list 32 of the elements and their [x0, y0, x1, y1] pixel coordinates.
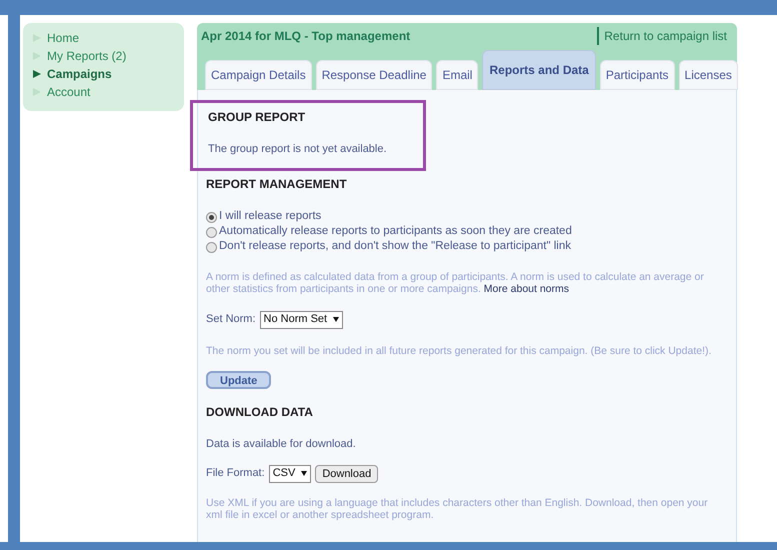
- update-button[interactable]: Update: [206, 370, 272, 388]
- status-text: Data is available for download.: [206, 437, 357, 452]
- norm-dropdown[interactable]: No Norm Set: [260, 310, 344, 328]
- sidebar-item[interactable]: My Reports (2): [47, 47, 126, 65]
- field-label: Set Norm:: [206, 312, 256, 328]
- format-dropdown[interactable]: CSV: [268, 464, 312, 482]
- sidebar-item[interactable]: Home: [47, 29, 80, 47]
- download-button[interactable]: Download: [315, 464, 378, 482]
- dropdown-arrow-icon: [333, 317, 340, 322]
- tab[interactable]: Email: [436, 60, 478, 90]
- info-text: The norm you set will be included in all future reports generated for this campaign. (Be sure to click Update!).: [206, 344, 712, 356]
- radio-option[interactable]: Automatically release reports to participants as soon they are created: [206, 224, 720, 240]
- tab[interactable]: Participants: [600, 60, 675, 90]
- dropdown-arrow-icon: [301, 471, 308, 476]
- tab[interactable]: Campaign Details: [205, 60, 312, 90]
- sidebar-item[interactable]: Campaigns: [47, 65, 112, 83]
- radio-option[interactable]: I will release reports: [206, 210, 720, 224]
- info-text: A norm is defined as calculated data from a group of participants. A norm is used to calculate an average or other statistics from participants in one or more campaigns. More about norms: [206, 270, 705, 294]
- section-heading: REPORT MANAGEMENT: [206, 176, 348, 192]
- tab[interactable]: Reports and Data: [482, 50, 596, 90]
- info-text: Use XML if you are using a language that includes characters other than English. Download, then open your xml file in excel or another spreadsheet program.: [206, 496, 709, 520]
- section-heading: GROUP REPORT: [207, 109, 306, 126]
- return-link[interactable]: Return to campaign list: [597, 27, 727, 45]
- status-text: The group report is not yet available.: [207, 142, 388, 157]
- norms-link[interactable]: More about norms: [484, 282, 570, 294]
- campaign-title: Apr 2014 for MLQ - Top management: [201, 28, 410, 45]
- tab[interactable]: Response Deadline: [316, 60, 432, 90]
- tab[interactable]: Licenses: [678, 60, 738, 90]
- field-label: File Format:: [206, 466, 265, 482]
- radio-option[interactable]: Don't release reports, and don't show the "Release to participant" link: [206, 240, 720, 254]
- sidebar-item[interactable]: Account: [47, 83, 90, 101]
- section-heading: DOWNLOAD DATA: [206, 404, 314, 421]
